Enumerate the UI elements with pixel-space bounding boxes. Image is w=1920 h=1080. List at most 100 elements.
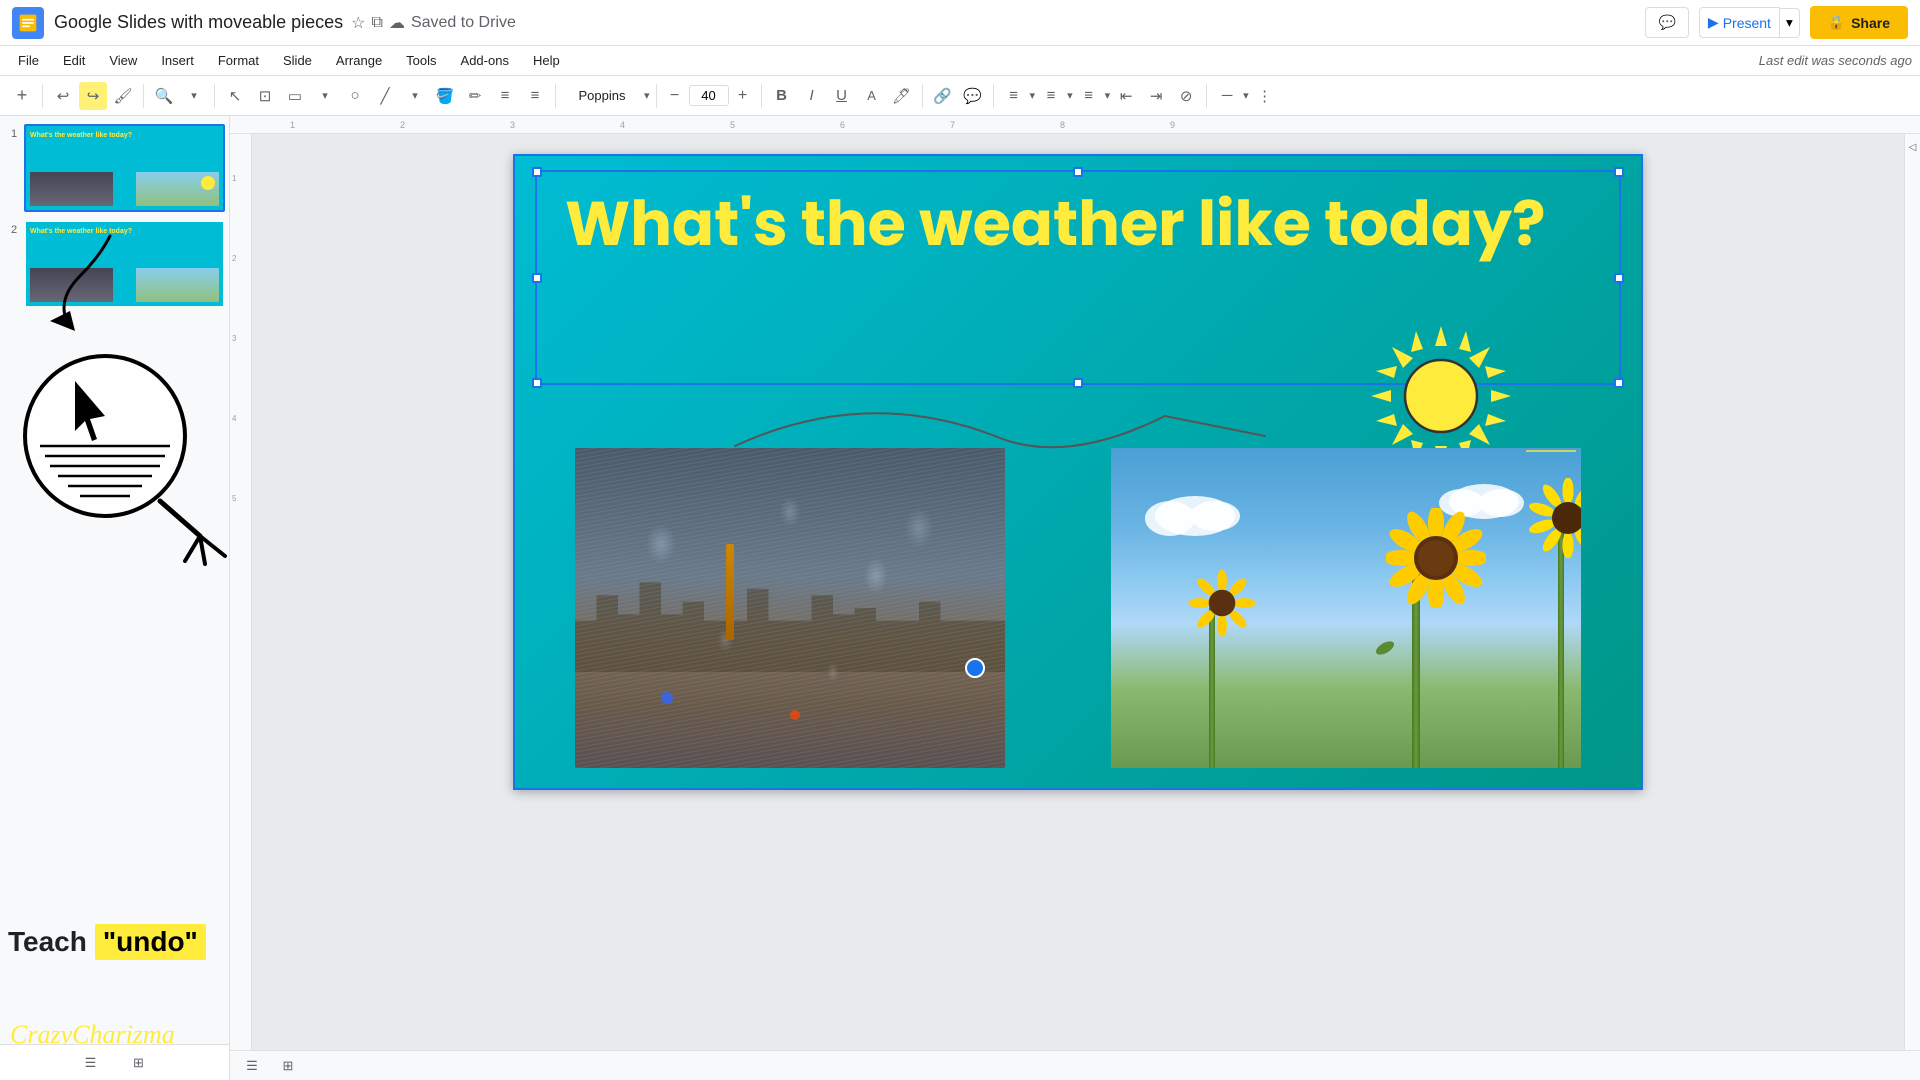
menu-view[interactable]: View (99, 49, 147, 72)
slide-title[interactable]: What's the weather like today? (565, 190, 1591, 258)
menu-help[interactable]: Help (523, 49, 570, 72)
slide-num-2: 2 (4, 220, 24, 236)
teach-area: Teach "undo" (8, 924, 206, 960)
comments-button[interactable]: 💬 (1645, 7, 1688, 38)
menu-tools[interactable]: Tools (396, 49, 446, 72)
menu-file[interactable]: File (8, 49, 49, 72)
main-area: 1 What's the weather like today? 2 What'… (0, 116, 1920, 1080)
zoom-dropdown[interactable]: ▾ (180, 82, 208, 110)
blue-light (661, 692, 673, 704)
sidebar: 1 What's the weather like today? 2 What'… (0, 116, 230, 1080)
share-button[interactable]: 🔒 Share (1810, 6, 1908, 39)
menu-format[interactable]: Format (208, 49, 269, 72)
slides-list-view[interactable]: ☰ (238, 1055, 266, 1077)
street-light (726, 544, 734, 640)
copy-icon[interactable]: ⧉ (372, 14, 383, 32)
handle-bl[interactable] (532, 378, 542, 388)
slide-thumb-2[interactable]: 2 What's the weather like today? (4, 220, 225, 308)
underline-button[interactable]: U (828, 82, 856, 110)
more-options[interactable]: ⋮ (1251, 82, 1279, 110)
ruler-mark-4: 4 (620, 120, 625, 130)
comment-button[interactable]: 💬 (959, 82, 987, 110)
bucket-tool[interactable]: 🪣 (431, 82, 459, 110)
sunflower-2 (1182, 608, 1188, 768)
handle-tl[interactable] (532, 167, 542, 177)
line-tool[interactable]: ╱ (371, 82, 399, 110)
separator-3 (214, 84, 215, 108)
ruler-mark-2: 2 (400, 120, 405, 130)
circle-tool[interactable]: ○ (341, 82, 369, 110)
line-dropdown[interactable]: ▾ (401, 82, 429, 110)
font-size-input[interactable] (689, 85, 729, 106)
menu-arrange[interactable]: Arrange (326, 49, 392, 72)
plus-lines[interactable]: ≡ (521, 82, 549, 110)
zoom-button[interactable]: 🔍 (150, 82, 178, 110)
slide-2-thumb[interactable]: What's the weather like today? (24, 220, 225, 308)
pen-tool[interactable]: ✏ (461, 82, 489, 110)
sunflower-leaf (1375, 633, 1425, 668)
line-style-button[interactable]: ─ (1213, 82, 1241, 110)
handle-br[interactable] (1614, 378, 1624, 388)
thumb-1-title: What's the weather like today? (30, 132, 219, 139)
font-family-select[interactable]: Poppins (562, 86, 642, 105)
handle-ml[interactable] (532, 273, 542, 283)
blue-drag-handle[interactable] (965, 658, 985, 678)
right-panel-toggle[interactable]: ◁ (1909, 142, 1917, 153)
last-edit-status: Last edit was seconds ago (1759, 53, 1912, 68)
present-dropdown[interactable]: ▾ (1780, 8, 1800, 38)
star-icon[interactable]: ☆ (351, 13, 365, 33)
teach-undo-label: "undo" (95, 924, 206, 960)
slide-canvas[interactable]: What's the weather like today? (513, 154, 1643, 790)
list-button[interactable]: ≡ (1037, 82, 1065, 110)
menu-edit[interactable]: Edit (53, 49, 95, 72)
rain-photo[interactable] (575, 448, 1005, 768)
font-size-increase[interactable]: + (731, 84, 755, 108)
minus-button[interactable]: ≡ (491, 82, 519, 110)
ordered-list[interactable]: ≡ (1075, 82, 1103, 110)
clear-format[interactable]: ⊘ (1172, 82, 1200, 110)
textbox-tool[interactable]: ⊡ (251, 82, 279, 110)
italic-button[interactable]: I (798, 82, 826, 110)
align-button[interactable]: ≡ (1000, 82, 1028, 110)
slide-1-thumb[interactable]: What's the weather like today? (24, 124, 225, 212)
ruler-mark-1: 1 (290, 120, 295, 130)
cursor-tool[interactable]: ↖ (221, 82, 249, 110)
paint-format-button[interactable]: 🖌 (109, 82, 137, 110)
list-view-button[interactable]: ☰ (77, 1052, 105, 1074)
handle-tr[interactable] (1614, 167, 1624, 177)
slide-area: 1 2 3 4 5 (230, 134, 1920, 1050)
thumb-2-title: What's the weather like today? (30, 228, 219, 235)
undo-button[interactable]: ↩ (49, 82, 77, 110)
menu-insert[interactable]: Insert (151, 49, 204, 72)
indent-less[interactable]: ⇤ (1112, 82, 1140, 110)
slide-thumb-1[interactable]: 1 What's the weather like today? (4, 124, 225, 212)
menu-addons[interactable]: Add-ons (451, 49, 519, 72)
slide-canvas-wrapper[interactable]: What's the weather like today? (252, 134, 1904, 1050)
highlight-button[interactable]: 🖊 (888, 82, 916, 110)
link-button[interactable]: 🔗 (929, 82, 957, 110)
redo-button[interactable]: ↪ (79, 82, 107, 110)
add-button[interactable]: + (8, 82, 36, 110)
font-size-decrease[interactable]: − (663, 84, 687, 108)
handle-tm[interactable] (1073, 167, 1083, 177)
app-logo[interactable] (12, 7, 44, 39)
menu-slide[interactable]: Slide (273, 49, 322, 72)
shape-tool[interactable]: ▭ (281, 82, 309, 110)
separator-2 (143, 84, 144, 108)
shape-dropdown[interactable]: ▾ (311, 82, 339, 110)
ruler-mark-8: 8 (1060, 120, 1065, 130)
horizontal-ruler: 1 2 3 4 5 6 7 8 9 (230, 116, 1920, 134)
present-button[interactable]: ▶ Present (1699, 7, 1780, 38)
share-label: Share (1851, 15, 1890, 31)
cloud-icon[interactable]: ☁ (389, 13, 405, 33)
v-ruler-3: 3 (232, 334, 236, 343)
indent-more[interactable]: ⇥ (1142, 82, 1170, 110)
handle-mr[interactable] (1614, 273, 1624, 283)
text-color-button[interactable]: A (858, 82, 886, 110)
right-panel[interactable]: ◁ (1904, 134, 1920, 1050)
doc-title[interactable]: Google Slides with moveable pieces (54, 12, 343, 33)
slides-grid-view[interactable]: ⊞ (274, 1055, 302, 1077)
bold-button[interactable]: B (768, 82, 796, 110)
sunflower-photo[interactable] (1111, 448, 1581, 768)
grid-view-button[interactable]: ⊞ (125, 1052, 153, 1074)
